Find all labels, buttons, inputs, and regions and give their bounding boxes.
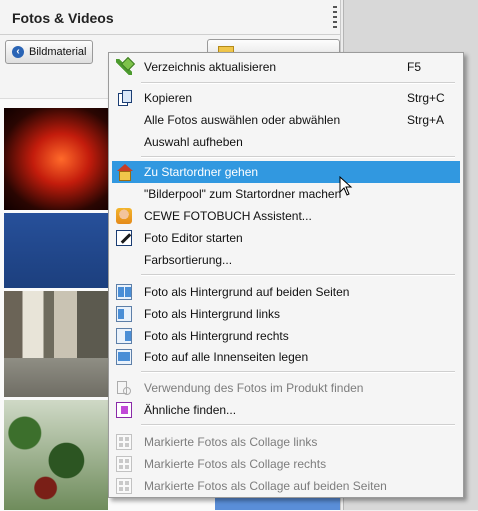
menu-item-refresh[interactable]: Verzeichnis aktualisieren F5 xyxy=(112,56,460,78)
divider xyxy=(0,34,340,35)
menu-item-set-start-folder[interactable]: "Bilderpool" zum Startordner machen xyxy=(112,183,460,205)
menu-item-label: Zu Startordner gehen xyxy=(144,165,259,179)
menu-separator xyxy=(141,82,455,84)
background-both-icon xyxy=(116,284,132,300)
back-button-label: Bildmaterial xyxy=(29,46,87,58)
menu-item-label: Auswahl aufheben xyxy=(144,135,243,149)
menu-item-find-usage: Verwendung des Fotos im Produkt finden xyxy=(112,377,460,399)
menu-item-background-right[interactable]: Foto als Hintergrund rechts xyxy=(112,325,460,347)
photo-thumbnail[interactable] xyxy=(4,400,108,510)
menu-item-shortcut: F5 xyxy=(407,60,422,74)
menu-item-label: Verwendung des Fotos im Produkt finden xyxy=(144,381,364,395)
context-menu: Verzeichnis aktualisieren F5 Kopieren St… xyxy=(108,52,464,498)
collage-left-icon xyxy=(116,434,132,450)
mouse-cursor-icon xyxy=(339,176,353,196)
menu-separator xyxy=(141,424,455,426)
menu-item-label: Foto als Hintergrund rechts xyxy=(144,329,289,343)
menu-item-collage-both: Markierte Fotos als Collage auf beiden S… xyxy=(112,475,460,497)
menu-item-label: Foto als Hintergrund auf beiden Seiten xyxy=(144,285,350,299)
menu-item-go-start-folder[interactable]: Zu Startordner gehen xyxy=(112,161,460,183)
menu-item-copy[interactable]: Kopieren Strg+C xyxy=(112,87,460,109)
menu-item-label: Markierte Fotos als Collage links xyxy=(144,435,318,449)
cewe-assistant-icon xyxy=(116,208,132,224)
menu-item-color-sort[interactable]: Farbsortierung... xyxy=(112,249,460,271)
menu-item-background-both[interactable]: Foto als Hintergrund auf beiden Seiten xyxy=(112,281,460,303)
menu-item-inner-pages[interactable]: Foto auf alle Innenseiten legen xyxy=(112,346,460,368)
photo-thumbnail[interactable] xyxy=(4,108,108,210)
home-folder-icon xyxy=(116,164,133,181)
photo-thumbnail[interactable] xyxy=(4,213,108,288)
menu-item-deselect[interactable]: Auswahl aufheben xyxy=(112,131,460,153)
find-similar-icon xyxy=(116,402,132,418)
menu-item-label: Foto als Hintergrund links xyxy=(144,307,281,321)
menu-item-collage-right: Markierte Fotos als Collage rechts xyxy=(112,453,460,475)
background-right-icon xyxy=(116,328,132,344)
menu-item-label: Farbsortierung... xyxy=(144,253,233,267)
menu-item-shortcut: Strg+A xyxy=(407,113,445,127)
menu-item-cewe-assistant[interactable]: CEWE FOTOBUCH Assistent... xyxy=(112,205,460,227)
menu-item-label: Foto Editor starten xyxy=(144,231,243,245)
menu-item-collage-left: Markierte Fotos als Collage links xyxy=(112,431,460,453)
panel-title: Fotos & Videos xyxy=(12,10,114,26)
menu-item-label: CEWE FOTOBUCH Assistent... xyxy=(144,209,312,223)
chevron-left-icon: ‹ xyxy=(12,46,24,58)
menu-item-label: Alle Fotos auswählen oder abwählen xyxy=(144,113,341,127)
photo-thumbnail-shadow xyxy=(4,358,108,397)
collage-both-icon xyxy=(116,478,132,494)
menu-separator xyxy=(141,274,455,276)
inner-pages-icon xyxy=(116,349,132,365)
panel-menu-grip-icon[interactable] xyxy=(333,6,337,28)
menu-separator xyxy=(141,371,455,373)
background-left-icon xyxy=(116,306,132,322)
copy-icon xyxy=(116,90,132,106)
back-button[interactable]: ‹ Bildmaterial xyxy=(5,40,93,64)
menu-item-photo-editor[interactable]: Foto Editor starten xyxy=(112,227,460,249)
menu-item-label: Foto auf alle Innenseiten legen xyxy=(144,350,309,364)
menu-item-label: Markierte Fotos als Collage rechts xyxy=(144,457,327,471)
refresh-icon xyxy=(116,59,132,75)
menu-separator xyxy=(141,156,455,158)
find-usage-icon xyxy=(116,380,132,396)
menu-item-shortcut: Strg+C xyxy=(407,91,445,105)
photo-editor-icon xyxy=(116,230,132,246)
menu-item-label: Verzeichnis aktualisieren xyxy=(144,60,277,74)
menu-item-find-similar[interactable]: Ähnliche finden... xyxy=(112,399,460,421)
collage-right-icon xyxy=(116,456,132,472)
menu-item-label: "Bilderpool" zum Startordner machen xyxy=(144,187,342,201)
menu-item-label: Ähnliche finden... xyxy=(144,403,237,417)
menu-item-background-left[interactable]: Foto als Hintergrund links xyxy=(112,303,460,325)
menu-item-label: Kopieren xyxy=(144,91,193,105)
menu-item-label: Markierte Fotos als Collage auf beiden S… xyxy=(144,479,387,493)
menu-item-select-all[interactable]: Alle Fotos auswählen oder abwählen Strg+… xyxy=(112,109,460,131)
